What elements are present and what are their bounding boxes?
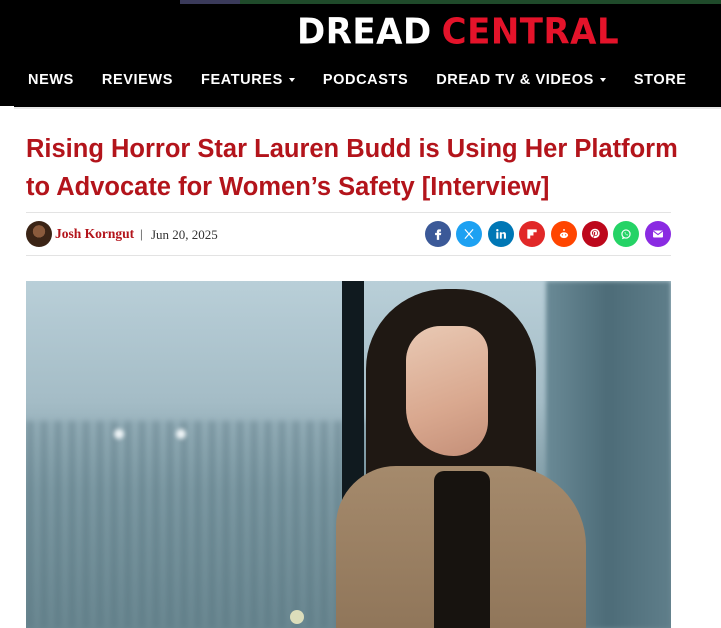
nav-item-label: STORE [633,72,687,88]
ad-banner-segment [240,0,721,4]
flipboard-share-button[interactable] [519,221,545,247]
nav-item-label: NEWS [28,72,74,88]
header-shadow [14,107,721,109]
site-header: DREAD CENTRAL NEWS REVIEWS FEATURES PODCA… [0,0,721,106]
publish-date: Jun 20, 2025 [151,227,218,242]
x-share-button[interactable] [456,221,482,247]
main-nav: NEWS REVIEWS FEATURES PODCASTS DREAD TV … [14,62,701,98]
caret-down-icon [288,78,295,82]
article-hero-image[interactable] [26,281,671,628]
nav-item-dread-tv-videos[interactable]: DREAD TV & VIDEOS [422,72,620,88]
meta-separator: | [140,226,143,241]
hero-subject-face [406,326,488,456]
ad-banner-strip[interactable] [180,0,721,4]
nav-item-news[interactable]: NEWS [14,72,88,88]
linkedin-icon [496,229,506,239]
nav-item-podcasts[interactable]: PODCASTS [309,72,422,88]
nav-item-store[interactable]: STORE [620,72,701,88]
article-headline: Rising Horror Star Lauren Budd is Using … [26,135,678,201]
ad-banner-segment [180,0,240,4]
logo-word-dread: DREAD [297,11,432,53]
meta-divider-bottom [26,255,671,256]
nav-item-label: DREAD TV & VIDEOS [436,72,594,88]
nav-item-reviews[interactable]: REVIEWS [88,72,187,88]
hero-subject-shirt [434,471,490,628]
facebook-icon [435,229,442,240]
linkedin-share-button[interactable] [488,221,514,247]
pinterest-share-button[interactable] [582,221,608,247]
site-logo[interactable]: DREAD CENTRAL [297,11,619,53]
flipboard-icon [527,229,537,239]
reddit-icon [559,228,569,239]
pinterest-icon [590,228,600,239]
nav-item-label: PODCASTS [322,72,409,88]
caret-down-icon [599,78,606,82]
hero-light [114,429,124,439]
nav-item-label: FEATURES [200,72,283,88]
whatsapp-icon [621,229,631,240]
reddit-share-button[interactable] [551,221,577,247]
meta-divider-top [26,212,671,213]
facebook-share-button[interactable] [425,221,451,247]
x-twitter-icon [464,228,474,240]
hero-lamp [290,610,304,624]
hero-light [176,429,186,439]
logo-word-central: CENTRAL [441,11,620,53]
nav-item-label: REVIEWS [101,72,173,88]
email-icon [653,230,663,238]
email-share-button[interactable] [645,221,671,247]
author-avatar[interactable] [26,221,52,247]
author-link[interactable]: Josh Korngut [55,226,134,242]
whatsapp-share-button[interactable] [613,221,639,247]
nav-item-features[interactable]: FEATURES [187,72,309,88]
